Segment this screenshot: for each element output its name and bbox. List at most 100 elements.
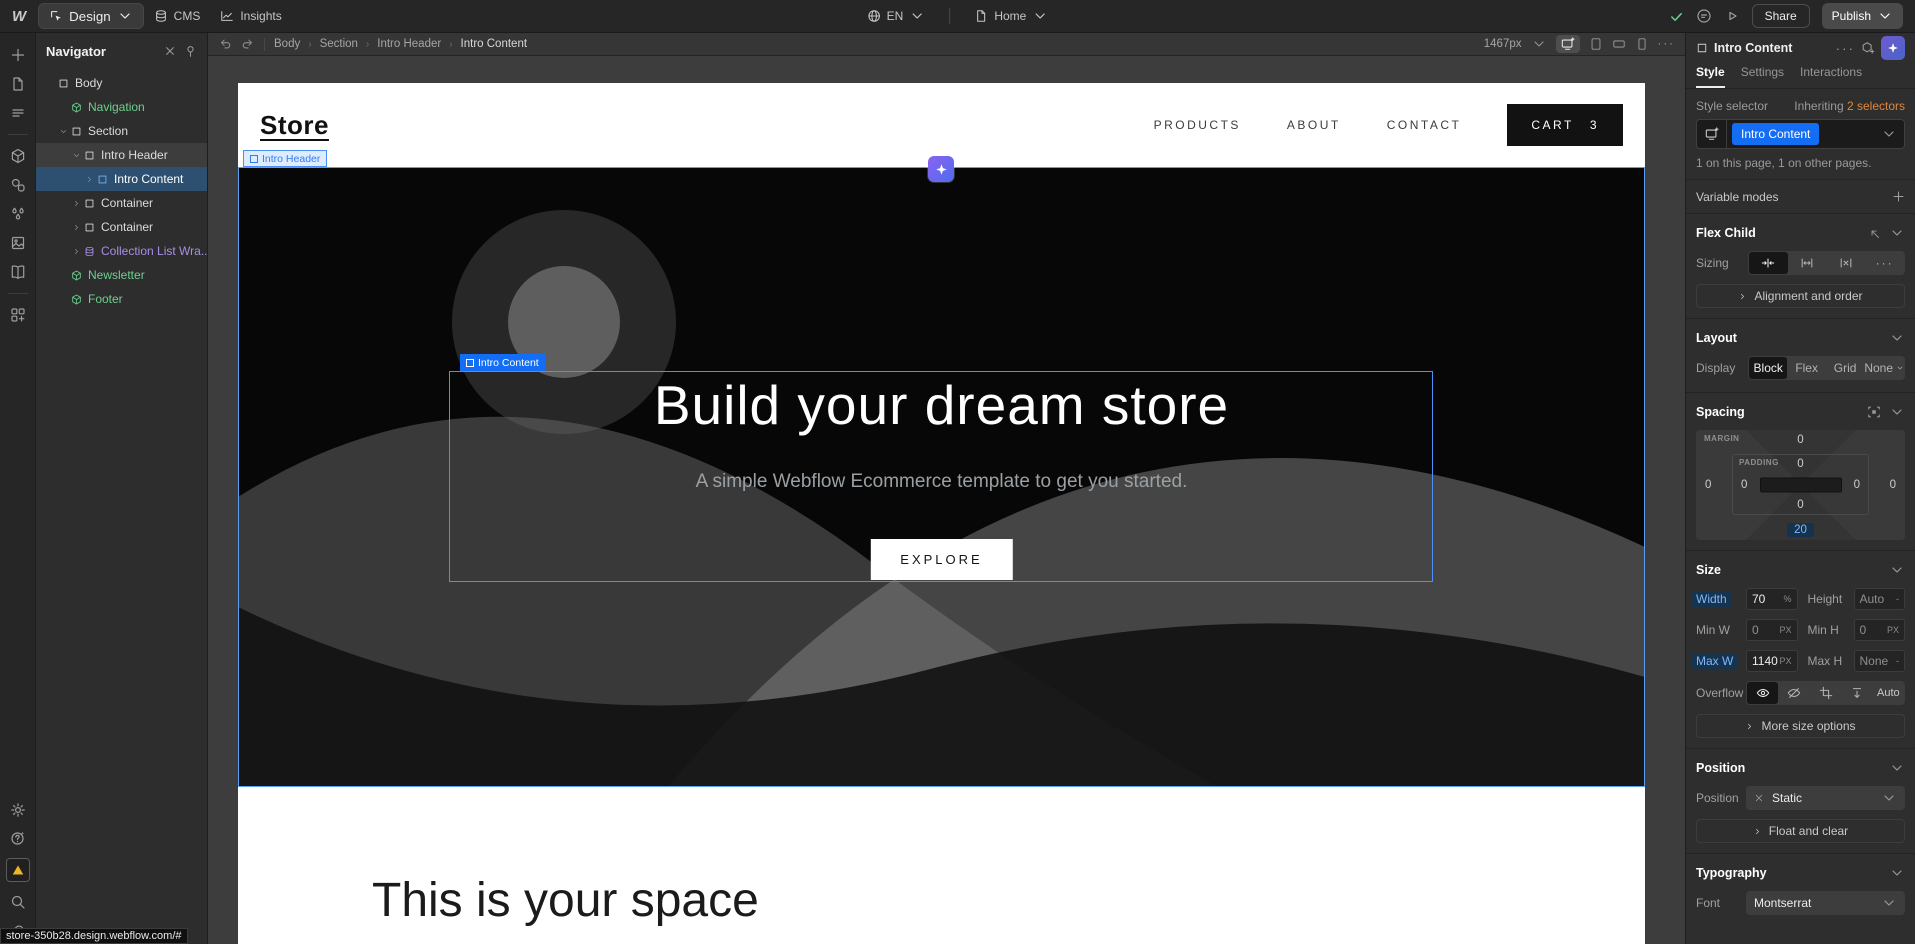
create-component-button[interactable]: [1861, 41, 1875, 55]
cms-menu-button[interactable]: CMS: [144, 5, 211, 27]
tree-item-footer[interactable]: Footer: [36, 287, 207, 311]
explore-button[interactable]: EXPLORE: [870, 539, 1012, 580]
max-height-input[interactable]: None-: [1854, 650, 1906, 672]
tab-style[interactable]: Style: [1696, 63, 1725, 88]
breakpoint-phone-portrait-button[interactable]: [1635, 37, 1649, 51]
hero-subheading[interactable]: A simple Webflow Ecommerce template to g…: [238, 471, 1645, 493]
selector-token[interactable]: Intro Content: [1732, 123, 1819, 145]
chevron-right-icon[interactable]: [70, 199, 83, 208]
settings-button[interactable]: [10, 802, 26, 818]
breadcrumb-intro-content[interactable]: Intro Content: [461, 38, 527, 50]
max-width-input[interactable]: 1140PX: [1746, 650, 1798, 672]
display-flex-button[interactable]: Flex: [1787, 357, 1825, 379]
variables-button[interactable]: [10, 206, 26, 222]
tree-item-collection-list[interactable]: Collection List Wra...: [36, 239, 207, 263]
style-selector-input[interactable]: Intro Content: [1696, 119, 1905, 149]
assets-button[interactable]: [10, 235, 26, 251]
chevron-down-icon[interactable]: [57, 127, 70, 136]
breakpoint-tablet-button[interactable]: [1589, 37, 1603, 51]
position-select[interactable]: Static: [1746, 786, 1905, 810]
breadcrumb-section[interactable]: Section: [320, 38, 358, 50]
chevron-down-icon[interactable]: [70, 151, 83, 160]
webflow-logo[interactable]: W: [12, 8, 26, 25]
help-button[interactable]: [10, 830, 26, 846]
overflow-scroll-button[interactable]: [1810, 682, 1841, 704]
store-logo-link[interactable]: Store: [260, 110, 329, 141]
pages-button[interactable]: [10, 76, 26, 92]
redo-button[interactable]: [241, 37, 255, 51]
nav-link-contact[interactable]: CONTACT: [1387, 118, 1462, 132]
alignment-order-toggle[interactable]: Alignment and order: [1696, 284, 1905, 308]
margin-bottom-value[interactable]: 20: [1696, 524, 1905, 536]
padding-left-value[interactable]: 0: [1741, 479, 1747, 491]
locale-selector[interactable]: EN: [857, 4, 936, 28]
hero-section[interactable]: Build your dream store A simple Webflow …: [238, 167, 1645, 787]
width-input[interactable]: 70%: [1746, 588, 1798, 610]
padding-top-value[interactable]: 0: [1733, 458, 1868, 470]
ai-assistant-button[interactable]: [1881, 36, 1905, 60]
tree-item-intro-content[interactable]: Intro Content: [36, 167, 207, 191]
inheriting-count-link[interactable]: 2 selectors: [1847, 99, 1905, 113]
add-elements-button[interactable]: [10, 47, 26, 63]
padding-right-value[interactable]: 0: [1854, 479, 1860, 491]
collapse-section-button[interactable]: [1889, 562, 1905, 578]
tab-interactions[interactable]: Interactions: [1800, 63, 1862, 88]
close-icon[interactable]: [1754, 793, 1764, 803]
ai-suggest-badge[interactable]: [928, 156, 954, 182]
display-grid-button[interactable]: Grid: [1826, 357, 1864, 379]
tree-item-container[interactable]: Container: [36, 215, 207, 239]
navigator-pin-button[interactable]: [184, 45, 197, 58]
spacing-options-icon[interactable]: [1867, 405, 1881, 419]
overflow-visible-button[interactable]: [1747, 682, 1778, 704]
margin-left-value[interactable]: 0: [1705, 479, 1711, 491]
insights-menu-button[interactable]: Insights: [210, 5, 291, 27]
font-family-select[interactable]: Montserrat: [1746, 891, 1905, 915]
chevron-right-icon[interactable]: [83, 175, 96, 184]
chevron-right-icon[interactable]: [70, 247, 83, 256]
height-input[interactable]: Auto-: [1854, 588, 1906, 610]
chevron-right-icon[interactable]: [70, 223, 83, 232]
more-breakpoints-button[interactable]: ···: [1658, 38, 1676, 50]
search-button[interactable]: [10, 894, 26, 910]
page-preview[interactable]: Store PRODUCTS ABOUT CONTACT CART 3: [238, 83, 1645, 944]
share-button[interactable]: Share: [1752, 4, 1810, 28]
components-button[interactable]: [10, 148, 26, 164]
margin-top-value[interactable]: 0: [1696, 434, 1905, 446]
margin-right-value[interactable]: 0: [1890, 479, 1896, 491]
breadcrumb-intro-header[interactable]: Intro Header: [377, 38, 441, 50]
display-none-button[interactable]: None: [1864, 357, 1904, 379]
breadcrumb-body[interactable]: Body: [274, 38, 300, 50]
comments-button[interactable]: [1696, 8, 1712, 24]
tab-settings[interactable]: Settings: [1741, 63, 1784, 88]
section-heading[interactable]: This is your space: [238, 787, 1645, 928]
intro-content-tag[interactable]: Intro Content: [460, 354, 545, 371]
content-section[interactable]: This is your space: [238, 787, 1645, 944]
breakpoint-desktop-button[interactable]: [1556, 35, 1580, 53]
sizing-fixed-button[interactable]: [1827, 252, 1866, 274]
overflow-hidden-button[interactable]: [1778, 682, 1809, 704]
tree-item-body[interactable]: Body: [36, 71, 207, 95]
libraries-button[interactable]: [10, 264, 26, 280]
tree-item-newsletter[interactable]: Newsletter: [36, 263, 207, 287]
nav-link-about[interactable]: ABOUT: [1287, 118, 1341, 132]
element-more-button[interactable]: ···: [1836, 41, 1855, 56]
undo-button[interactable]: [218, 37, 232, 51]
tree-item-navigation[interactable]: Navigation: [36, 95, 207, 119]
flex-child-reset-button[interactable]: [1868, 227, 1881, 240]
add-variable-mode-button[interactable]: [1892, 190, 1905, 203]
tree-item-intro-header[interactable]: Intro Header: [36, 143, 207, 167]
collapse-section-button[interactable]: [1889, 760, 1905, 776]
breakpoint-phone-landscape-button[interactable]: [1612, 37, 1626, 51]
nav-link-products[interactable]: PRODUCTS: [1154, 118, 1241, 132]
apps-button[interactable]: [10, 307, 26, 323]
navigator-button[interactable]: [10, 105, 26, 121]
preview-button[interactable]: [1724, 8, 1740, 24]
display-block-button[interactable]: Block: [1749, 357, 1787, 379]
audit-panel-button[interactable]: [6, 858, 30, 882]
hero-heading[interactable]: Build your dream store: [238, 373, 1645, 437]
overflow-clip-button[interactable]: [1841, 682, 1872, 704]
tree-item-container[interactable]: Container: [36, 191, 207, 215]
more-size-options-toggle[interactable]: More size options: [1696, 714, 1905, 738]
overflow-auto-button[interactable]: Auto: [1873, 682, 1904, 704]
min-height-input[interactable]: 0PX: [1854, 619, 1906, 641]
